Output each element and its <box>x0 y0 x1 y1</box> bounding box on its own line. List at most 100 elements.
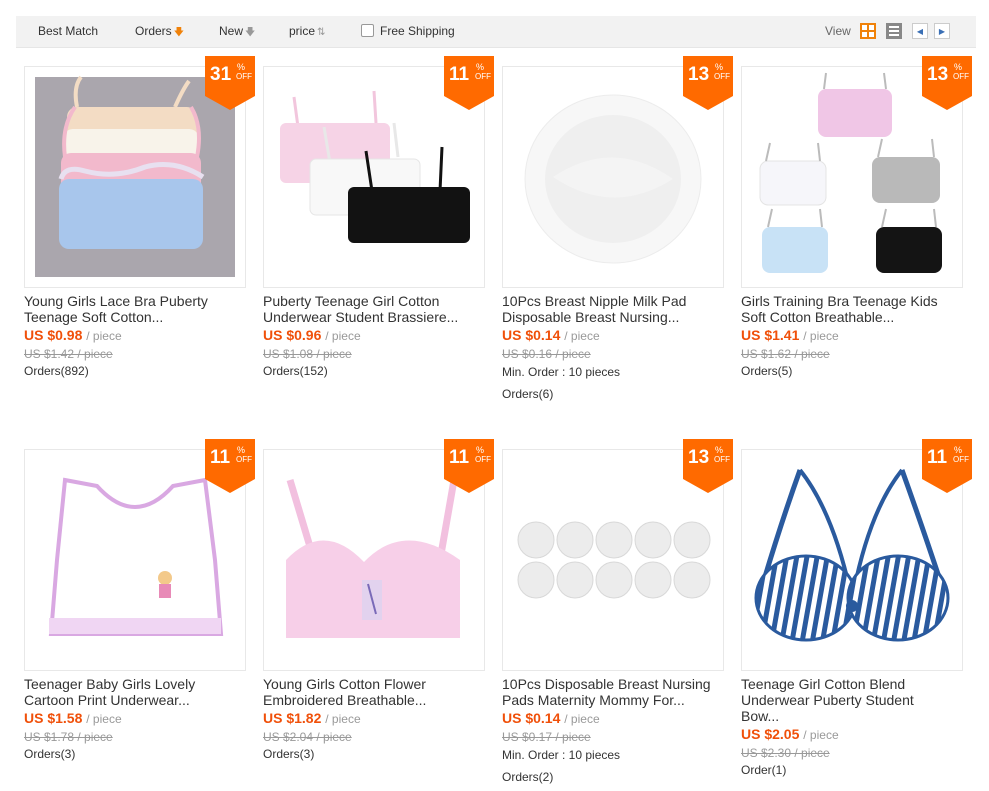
product-price: US $1.58 / piece <box>24 710 122 726</box>
product-title[interactable]: 10Pcs Breast Nipple Milk Pad Disposable … <box>502 293 724 325</box>
orders-count: Orders(892) <box>24 364 89 378</box>
grid-icon <box>862 25 874 37</box>
price-value: US $0.14 <box>502 327 561 343</box>
original-price: US $1.78 / piece <box>24 730 113 744</box>
discount-pct-sign: % <box>715 445 724 455</box>
free-shipping-label: Free Shipping <box>380 24 455 38</box>
sort-best-match-label: Best Match <box>38 24 99 38</box>
orders-count: Orders(3) <box>24 747 76 761</box>
orders-count: Orders(152) <box>263 364 328 378</box>
price-unit: / piece <box>325 329 361 343</box>
price-unit: / piece <box>325 712 361 726</box>
product-title-line: Embroidered Breathable... <box>263 692 427 708</box>
discount-off-label: OFF <box>475 455 491 464</box>
product-title[interactable]: Teenager Baby Girls Lovely Cartoon Print… <box>24 676 246 708</box>
sort-down-arrow-icon: 🡇 <box>173 27 184 38</box>
discount-pct-sign: % <box>476 62 485 72</box>
discount-badge: 11 % OFF <box>205 439 255 493</box>
product-title-line: Bow... <box>741 708 780 724</box>
discount-badge: 13 % OFF <box>922 56 972 110</box>
discount-badge: 13 % OFF <box>683 439 733 493</box>
free-shipping-filter[interactable]: Free Shipping <box>361 16 455 47</box>
original-price: US $1.42 / piece <box>24 347 113 361</box>
product-title[interactable]: Girls Training Bra Teenage Kids Soft Cot… <box>741 293 963 325</box>
view-label: View <box>825 24 851 38</box>
price-value: US $2.05 <box>741 726 800 742</box>
discount-off-label: OFF <box>236 455 252 464</box>
product-title-line: Teenage Girl Cotton Blend <box>741 676 906 692</box>
min-order: Min. Order : 10 pieces <box>502 365 621 379</box>
original-price: US $2.04 / piece <box>263 730 352 744</box>
orders-count: Orders(2) <box>502 770 554 784</box>
product-price: US $1.82 / piece <box>263 710 361 726</box>
discount-pct-sign: % <box>954 445 963 455</box>
product-title[interactable]: Puberty Teenage Girl Cotton Underwear St… <box>263 293 485 325</box>
discount-pct-sign: % <box>237 445 246 455</box>
sort-down-arrow-icon: 🡇 <box>245 27 256 38</box>
product-price: US $0.14 / piece <box>502 710 600 726</box>
discount-percent: 13 <box>927 64 949 85</box>
original-price: US $1.62 / piece <box>741 347 830 361</box>
product-title[interactable]: Teenage Girl Cotton Blend Underwear Pube… <box>741 676 963 724</box>
product-title-line: Girls Training Bra Teenage Kids <box>741 293 938 309</box>
orders-count: Orders(3) <box>263 747 315 761</box>
product-title[interactable]: 10Pcs Disposable Breast Nursing Pads Mat… <box>502 676 724 708</box>
sort-bar: Best Match Orders 🡇 New 🡇 price ⇅ Free Ship… <box>16 16 976 48</box>
discount-off-label: OFF <box>475 72 491 81</box>
list-view-button[interactable] <box>886 23 902 39</box>
sort-orders[interactable]: Orders 🡇 <box>135 16 184 47</box>
sort-price-label: price <box>289 24 316 38</box>
free-shipping-checkbox[interactable] <box>361 24 374 37</box>
original-price: US $0.16 / piece <box>502 347 591 361</box>
product-price: US $0.98 / piece <box>24 327 122 343</box>
product-title-line: Puberty Teenage Girl Cotton <box>263 293 440 309</box>
sort-orders-label: Orders <box>135 24 172 38</box>
original-price: US $2.30 / piece <box>741 746 830 760</box>
price-unit: / piece <box>564 329 600 343</box>
discount-pct-sign: % <box>237 62 246 72</box>
discount-percent: 13 <box>688 64 710 85</box>
product-title-line: 10Pcs Breast Nipple Milk Pad <box>502 293 687 309</box>
original-price: US $0.17 / piece <box>502 730 591 744</box>
product-price: US $2.05 / piece <box>741 726 839 742</box>
discount-off-label: OFF <box>953 455 969 464</box>
original-price: US $1.08 / piece <box>263 347 352 361</box>
chevron-right-icon: ▶ <box>938 26 946 36</box>
sort-best-match[interactable]: Best Match <box>38 16 98 47</box>
price-value: US $0.98 <box>24 327 83 343</box>
discount-badge: 31 % OFF <box>205 56 255 110</box>
price-unit: / piece <box>803 728 839 742</box>
grid-view-button[interactable] <box>860 23 876 39</box>
discount-pct-sign: % <box>476 445 485 455</box>
discount-percent: 31 <box>210 64 232 85</box>
price-unit: / piece <box>803 329 839 343</box>
discount-badge: 13 % OFF <box>683 56 733 110</box>
price-unit: / piece <box>86 712 122 726</box>
price-value: US $1.82 <box>263 710 322 726</box>
product-title-line: Underwear Student Brassiere... <box>263 309 459 325</box>
discount-off-label: OFF <box>953 72 969 81</box>
product-price: US $0.14 / piece <box>502 327 600 343</box>
sort-new[interactable]: New 🡇 <box>219 16 255 47</box>
product-title-line: Underwear Puberty Student <box>741 692 914 708</box>
product-title[interactable]: Young Girls Cotton Flower Embroidered Br… <box>263 676 485 708</box>
sort-new-label: New <box>219 24 244 38</box>
sort-up-down-arrow-icon: ⇅ <box>317 27 326 38</box>
price-value: US $0.14 <box>502 710 561 726</box>
prev-page-button[interactable]: ◀ <box>912 23 928 39</box>
price-value: US $1.41 <box>741 327 800 343</box>
product-title-line: Teenage Soft Cotton... <box>24 309 164 325</box>
price-unit: / piece <box>564 712 600 726</box>
orders-count: Orders(5) <box>741 364 793 378</box>
discount-badge: 11 % OFF <box>444 56 494 110</box>
product-title-line: Pads Maternity Mommy For... <box>502 692 685 708</box>
product-title-line: Disposable Breast Nursing... <box>502 309 680 325</box>
product-title[interactable]: Young Girls Lace Bra Puberty Teenage Sof… <box>24 293 246 325</box>
orders-count: Order(1) <box>741 763 787 777</box>
sort-price[interactable]: price ⇅ <box>289 16 325 47</box>
next-page-button[interactable]: ▶ <box>934 23 950 39</box>
price-value: US $0.96 <box>263 327 322 343</box>
price-unit: / piece <box>86 329 122 343</box>
price-value: US $1.58 <box>24 710 83 726</box>
product-price: US $0.96 / piece <box>263 327 361 343</box>
